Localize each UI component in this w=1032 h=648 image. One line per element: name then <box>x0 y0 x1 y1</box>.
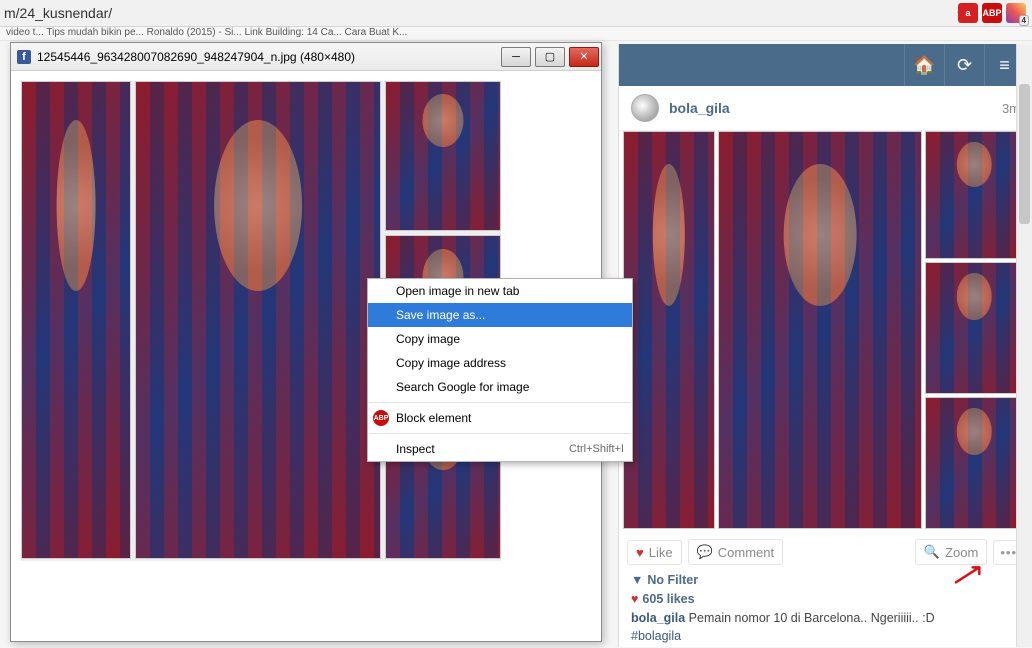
ctx-open-image-new-tab[interactable]: Open image in new tab <box>368 279 632 303</box>
search-icon: 🔍 <box>924 544 940 560</box>
ctx-inspect[interactable]: Inspect Ctrl+Shift+I <box>368 437 632 461</box>
collage-photo <box>21 81 131 559</box>
collage-photo <box>385 81 501 231</box>
heart-icon: ♥ <box>631 592 638 606</box>
window-maximize-button[interactable]: ▢ <box>535 47 565 67</box>
ctx-block-element[interactable]: ABP Block element <box>368 406 632 430</box>
window-titlebar[interactable]: f 12545446_963428007082690_948247904_n.j… <box>11 43 601 71</box>
ctx-copy-image-address[interactable]: Copy image address <box>368 351 632 375</box>
extension-badge: 4 <box>1019 15 1029 26</box>
abp-icon: ABP <box>373 410 389 426</box>
ctx-separator <box>369 433 631 434</box>
username[interactable]: bola_gila <box>669 100 1002 116</box>
window-title: 12545446_963428007082690_948247904_n.jpg… <box>37 50 499 64</box>
context-menu: Open image in new tab Save image as... C… <box>367 278 633 462</box>
comment-icon: 💬 <box>697 544 713 560</box>
collage-photo <box>623 131 715 529</box>
ctx-inspect-label: Inspect <box>396 442 435 456</box>
filter-icon: ▼ <box>631 573 643 587</box>
facebook-favicon-icon: f <box>17 50 31 64</box>
hashtag[interactable]: #bolagila <box>631 629 681 643</box>
scrollbar-thumb[interactable] <box>1019 84 1030 224</box>
collage-photo <box>925 262 1023 394</box>
instagram-panel: 🏠 ⟳ ≡ bola_gila 3m ♥ Like 💬 Comment 🔍 Zo… <box>618 44 1032 647</box>
annotation-arrow-icon <box>954 564 988 584</box>
url-fragment: m/24_kusnendar/ <box>0 5 112 21</box>
collage-photo <box>925 131 1023 259</box>
avatar[interactable] <box>631 94 659 122</box>
window-close-button[interactable]: ✕ <box>569 47 599 67</box>
likes-count[interactable]: 605 likes <box>642 592 694 606</box>
collage-photo <box>925 397 1023 529</box>
instagram-header: 🏠 ⟳ ≡ <box>619 44 1032 86</box>
caption-text: Pemain nomor 10 di Barcelona.. Ngeriiiii… <box>689 611 935 625</box>
heart-icon: ♥ <box>636 545 644 560</box>
ctx-search-google-image[interactable]: Search Google for image <box>368 375 632 399</box>
ctx-inspect-shortcut: Ctrl+Shift+I <box>569 443 624 455</box>
like-button[interactable]: ♥ Like <box>627 540 682 565</box>
collage-photo <box>135 81 381 559</box>
ctx-separator <box>369 402 631 403</box>
ctx-copy-image[interactable]: Copy image <box>368 327 632 351</box>
refresh-icon[interactable]: ⟳ <box>944 44 984 86</box>
post-image[interactable] <box>623 131 1028 529</box>
zoom-button[interactable]: 🔍 Zoom <box>915 539 987 565</box>
zoom-label: Zoom <box>945 545 978 560</box>
extension-abp-icon[interactable]: ABP <box>982 3 1002 23</box>
post-header: bola_gila 3m <box>619 86 1032 131</box>
collage-photo <box>718 131 922 529</box>
window-minimize-button[interactable]: ─ <box>501 47 531 67</box>
like-label: Like <box>649 545 673 560</box>
caption-username[interactable]: bola_gila <box>631 611 685 625</box>
ctx-save-image-as[interactable]: Save image as... <box>368 303 632 327</box>
extension-instagram-icon[interactable]: 4 <box>1006 3 1026 23</box>
ctx-block-element-label: Block element <box>396 411 471 425</box>
bookmarks-bar[interactable]: video t... Tips mudah bikin pe... Ronald… <box>0 27 1032 41</box>
comment-label: Comment <box>718 545 774 560</box>
filter-label[interactable]: No Filter <box>647 573 698 587</box>
extension-avira-icon[interactable]: a <box>958 3 978 23</box>
vertical-scrollbar[interactable] <box>1016 44 1032 647</box>
home-icon[interactable]: 🏠 <box>904 44 944 86</box>
comment-button[interactable]: 💬 Comment <box>688 539 784 565</box>
